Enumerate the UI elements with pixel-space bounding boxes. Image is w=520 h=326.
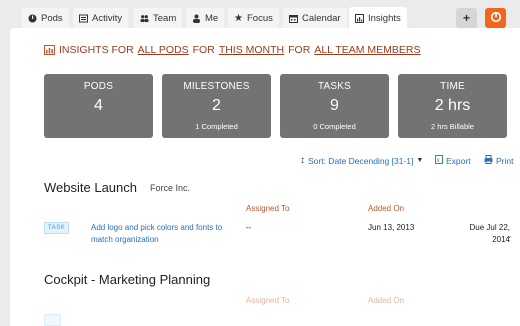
filter-prefix: INSIGHTS FOR — [59, 44, 134, 56]
pod-icon — [28, 14, 37, 23]
insights-panel: INSIGHTS FOR ALL PODS FOR THIS MONTH FOR… — [10, 28, 520, 326]
insights-filter: INSIGHTS FOR ALL PODS FOR THIS MONTH FOR… — [44, 44, 421, 56]
stat-label: TIME — [440, 81, 465, 92]
tab-activity[interactable]: Activity — [73, 8, 129, 28]
team-icon — [140, 14, 149, 23]
task-added-date: Jun 13, 2013 — [368, 223, 415, 232]
calendar-icon — [289, 14, 298, 23]
svg-text:x: x — [437, 158, 440, 164]
tab-label: Calendar — [302, 12, 341, 24]
task-link[interactable]: Add logo and pick colors and fonts to ma… — [91, 222, 241, 246]
column-header-added: Added On — [368, 296, 405, 305]
tab-focus[interactable]: ★ Focus — [228, 8, 279, 28]
stat-value: 4 — [94, 97, 103, 114]
task-badge: TASK — [44, 222, 70, 234]
tab-team[interactable]: Team — [134, 8, 183, 28]
stat-card-time: TIME 2 hrs 2 hrs Billable — [398, 74, 507, 138]
tab-label: Insights — [368, 13, 401, 24]
export-label: Export — [446, 155, 471, 166]
column-header-assigned: Assigned To — [246, 204, 290, 213]
task-badge — [44, 314, 61, 326]
chart-icon — [355, 14, 364, 23]
left-gutter — [0, 28, 10, 326]
tab-me[interactable]: Me — [186, 8, 225, 28]
sort-icon: ↕ — [300, 155, 305, 166]
filter-mid: FOR — [192, 44, 215, 56]
stat-card-pods: PODS 4 — [44, 74, 153, 138]
sort-label: Sort: Date Decending [31-1] — [308, 155, 414, 166]
sort-dropdown[interactable]: ↕ Sort: Date Decending [31-1] ▼ — [300, 155, 423, 166]
stat-value: 2 hrs — [434, 97, 471, 114]
project-title[interactable]: Website Launch — [44, 180, 137, 195]
filter-period-link[interactable]: THIS MONTH — [219, 44, 284, 56]
add-button[interactable]: + — [456, 8, 477, 28]
pod-icon — [490, 11, 501, 25]
tab-calendar[interactable]: Calendar — [283, 8, 347, 28]
column-header-added: Added On — [368, 204, 405, 213]
chevron-down-icon[interactable]: ⌄ — [506, 230, 513, 242]
printer-icon — [484, 155, 493, 166]
tab-pods[interactable]: Pods — [22, 8, 69, 28]
filter-members-link[interactable]: ALL TEAM MEMBERS — [314, 44, 420, 56]
user-icon — [192, 14, 201, 23]
stat-card-tasks: TASKS 9 0 Completed — [280, 74, 389, 138]
tab-label: Pods — [41, 12, 63, 24]
task-due-line: Due Jul 22, — [469, 223, 510, 232]
stat-label: TASKS — [317, 81, 352, 92]
stat-card-milestones: MILESTONES 2 1 Completed — [162, 74, 271, 138]
stat-sub: 0 Completed — [313, 122, 356, 131]
stat-value: 9 — [330, 97, 339, 114]
stat-sub: 2 hrs Billable — [431, 122, 474, 131]
stat-label: PODS — [83, 81, 114, 92]
tab-insights[interactable]: Insights — [349, 7, 407, 30]
filter-mid: FOR — [288, 44, 311, 56]
top-nav: Pods Activity Team Me ★ Focus Calendar I… — [0, 0, 520, 30]
star-icon: ★ — [234, 12, 243, 24]
user-menu-button[interactable] — [485, 8, 506, 28]
print-label: Print — [496, 155, 514, 166]
stat-value: 2 — [212, 97, 221, 114]
print-button[interactable]: Print — [484, 155, 513, 166]
spreadsheet-icon: x — [435, 155, 443, 166]
filter-pods-link[interactable]: ALL PODS — [138, 44, 189, 56]
task-assigned: -- — [246, 223, 252, 232]
tab-label: Team — [153, 12, 177, 24]
project-client: Force Inc. — [150, 183, 191, 193]
bar-chart-icon — [44, 45, 55, 55]
stat-label: MILESTONES — [183, 81, 250, 92]
tab-label: Activity — [92, 12, 123, 24]
task-due-line: 2014 — [492, 235, 510, 244]
tab-label: Focus — [247, 12, 273, 24]
task-due-date: Due Jul 22, 2014 — [468, 222, 510, 246]
project-title[interactable]: Cockpit - Marketing Planning — [44, 272, 210, 287]
activity-icon — [79, 14, 88, 23]
stat-sub: 1 Completed — [195, 122, 238, 131]
chevron-down-icon: ▼ — [416, 157, 424, 164]
column-header-assigned: Assigned To — [246, 296, 290, 305]
tab-label: Me — [205, 12, 219, 24]
export-button[interactable]: x Export — [435, 155, 471, 166]
